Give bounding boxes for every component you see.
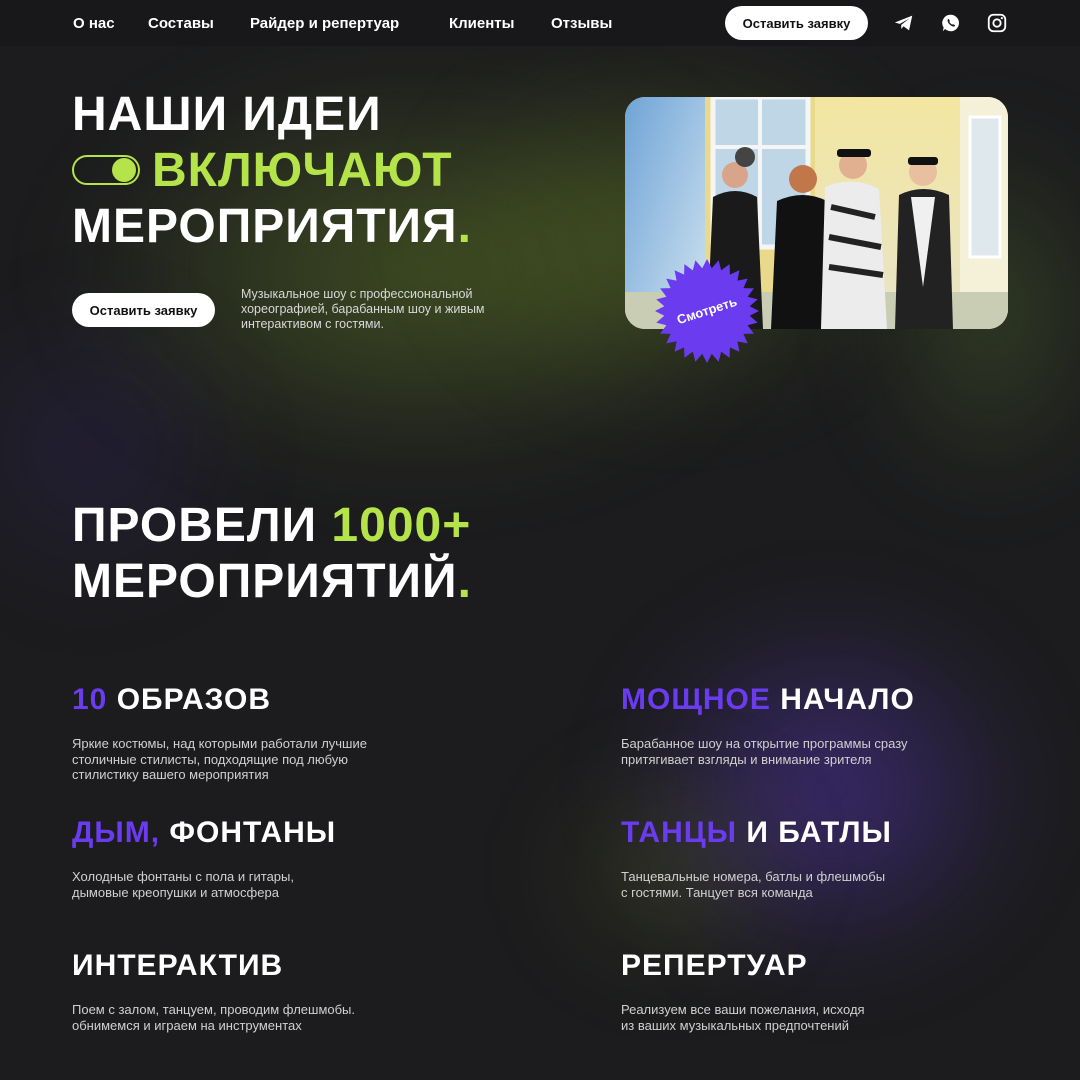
feature-title-interactive: ИНТЕРАКТИВ [72, 949, 284, 982]
watch-video-badge[interactable]: Смотреть [654, 258, 760, 364]
starburst-badge-icon: Смотреть [655, 259, 759, 363]
hero-title-line1: НАШИ ИДЕИ [72, 88, 382, 141]
nav-link-reviews[interactable]: Отзывы [551, 15, 612, 32]
feature-title-dances: ТАНЦЫ И БАТЛЫ [621, 816, 892, 849]
nav-link-clients[interactable]: Клиенты [449, 15, 514, 32]
feature-title-repertoire: РЕПЕРТУАР [621, 949, 808, 982]
telegram-icon[interactable] [893, 12, 915, 34]
hero-description: Музыкальное шоу с профессиональной хорео… [241, 287, 485, 331]
nav-link-rider[interactable]: Райдер и репертуар [250, 15, 399, 32]
hero-request-button[interactable]: Оставить заявку [72, 293, 215, 327]
feature-title-start: МОЩНОЕ НАЧАЛО [621, 683, 915, 716]
feature-desc-dances: Танцевальные номера, батлы и флешмобы с … [621, 869, 886, 900]
whatsapp-icon[interactable] [940, 12, 962, 34]
hero-title-line3: МЕРОПРИЯТИЯ. [72, 200, 472, 253]
toggle-switch-decoration [72, 155, 140, 185]
feature-desc-start: Барабанное шоу на открытие программы сра… [621, 736, 908, 767]
feature-title-costumes: 10 ОБРАЗОВ [72, 683, 272, 716]
stats-line2: МЕРОПРИЯТИЙ. [72, 555, 472, 608]
hero-title-accent: ВКЛЮЧАЮТ [152, 144, 453, 197]
top-navigation: О нас Составы Райдер и репертуар Клиенты… [0, 0, 1080, 46]
feature-desc-costumes: Яркие костюмы, над которыми работали луч… [72, 736, 367, 782]
feature-desc-interactive: Поем с залом, танцуем, проводим флешмобы… [72, 1002, 356, 1033]
stats-line1: ПРОВЕЛИ 1000+ [72, 499, 472, 552]
feature-desc-smoke: Холодные фонтаны с пола и гитары, дымовы… [72, 869, 294, 900]
nav-link-lineups[interactable]: Составы [148, 15, 214, 32]
feature-title-smoke: ДЫМ, ФОНТАНЫ [72, 816, 337, 849]
feature-desc-repertoire: Реализуем все ваши пожелания, исходя из … [621, 1002, 865, 1033]
nav-link-about[interactable]: О нас [73, 15, 115, 32]
instagram-icon[interactable] [986, 12, 1008, 34]
nav-request-button[interactable]: Оставить заявку [725, 6, 868, 40]
